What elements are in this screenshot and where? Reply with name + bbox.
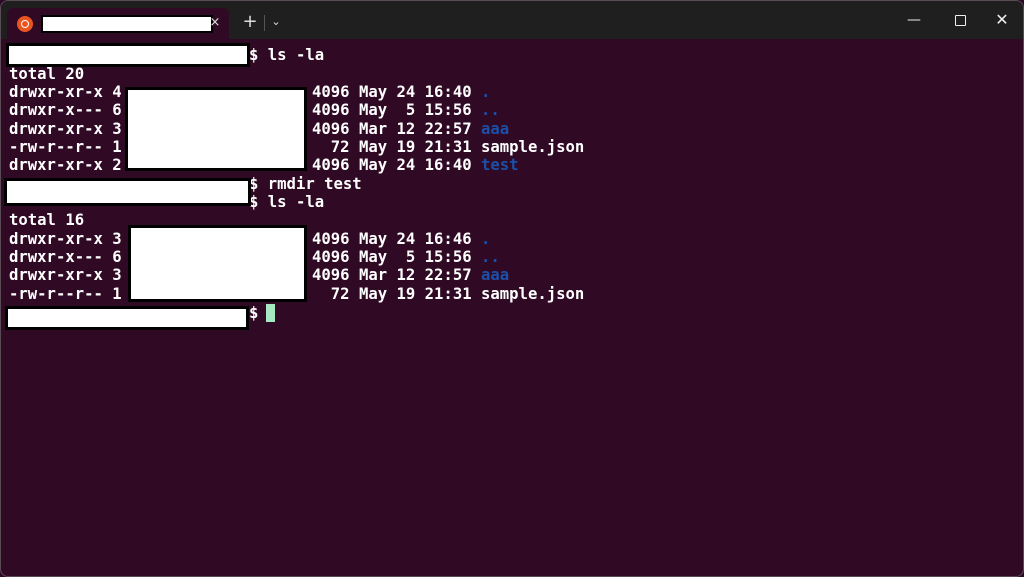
title-bar: × + ⌄ — ✕ (1, 1, 1023, 39)
terminal-output[interactable]: $ -rw-r--r-- 1 72 May 19 21:31 sample.js… (1, 39, 1023, 576)
command-line: $ ls -la (249, 193, 325, 211)
directory-name: aaa (481, 120, 510, 138)
size-date-text: 72 May 19 21:31 (312, 285, 481, 303)
tab-close-icon[interactable]: × (207, 13, 223, 33)
listing-row: -rw-r--r-- 1 72 May 19 21:31 sample.json (9, 285, 584, 303)
tab-dropdown-icon[interactable]: ⌄ (267, 11, 285, 33)
prompt-redacted (4, 178, 251, 206)
directory-name: test (481, 156, 519, 174)
size-date: 4096 May 24 16:46 . (312, 230, 490, 248)
size-date: 4096 May 5 15:56 .. (312, 101, 500, 119)
owner-group-redacted (128, 225, 307, 302)
size-date: 4096 May 5 15:56 .. (312, 248, 500, 266)
size-date: 4096 Mar 12 22:57 aaa (312, 266, 509, 284)
size-date: 4096 Mar 12 22:57 aaa (312, 120, 509, 138)
size-date: 72 May 19 21:31 sample.json (312, 138, 585, 156)
terminal-cursor (266, 304, 275, 322)
size-date-text: 72 May 19 21:31 (312, 138, 481, 156)
file-name: sample.json (481, 285, 585, 303)
permissions: drwxr-xr-x 3 (9, 266, 122, 284)
maximize-button[interactable] (937, 1, 983, 39)
permissions: drwxr-xr-x 4 (9, 83, 122, 101)
command-line: $ ls -la (249, 46, 325, 64)
size-date-text: 4096 May 5 15:56 (312, 101, 481, 119)
owner-group-redacted (125, 87, 307, 171)
listing-row: drwxr-xr-x 3 4096 Mar 12 22:57 aaa (9, 266, 509, 284)
directory-name: . (481, 83, 491, 101)
command-line: $ rmdir test (249, 175, 362, 193)
prompt-redacted (5, 306, 249, 330)
permissions: drwxr-x--- 6 (9, 101, 122, 119)
close-button[interactable]: ✕ (979, 1, 1023, 39)
directory-name: .. (481, 248, 500, 266)
new-tab-button[interactable]: + (240, 11, 260, 33)
listing-row: drwxr-xr-x 4 4096 May 24 16:40 . (9, 83, 490, 101)
tab-ubuntu[interactable]: × (7, 8, 229, 39)
tab-title-redacted (41, 15, 213, 33)
size-date: 4096 May 24 16:40 test (312, 156, 519, 174)
file-name: sample.json (481, 138, 585, 156)
permissions: -rw-r--r-- 1 (9, 285, 122, 303)
size-date-text: 4096 May 24 16:46 (312, 230, 481, 248)
tab-separator (264, 15, 265, 31)
listing-row: drwxr-xr-x 2 4096 May 24 16:40 test (9, 156, 519, 174)
total-line: total 16 (9, 211, 85, 229)
permissions: drwxr-x--- 6 (9, 248, 122, 266)
size-date-text: 4096 May 24 16:40 (312, 156, 481, 174)
terminal-window: × + ⌄ — ✕ $ -rw-r--r-- 1 72 May 19 21:31… (0, 0, 1024, 577)
directory-name: aaa (481, 266, 510, 284)
size-date: 72 May 19 21:31 sample.json (312, 285, 585, 303)
directory-name: . (481, 230, 491, 248)
permissions: -rw-r--r-- 1 (9, 138, 122, 156)
total-line: total 20 (9, 65, 85, 83)
listing-row: drwxr-x--- 6 4096 May 5 15:56 .. (9, 248, 500, 266)
listing-row: drwxr-xr-x 3 4096 Mar 12 22:57 aaa (9, 120, 509, 138)
prompt-redacted (6, 43, 250, 67)
size-date-text: 4096 Mar 12 22:57 (312, 266, 481, 284)
permissions: drwxr-xr-x 3 (9, 120, 122, 138)
maximize-icon (954, 15, 966, 26)
size-date-text: 4096 May 24 16:40 (312, 83, 481, 101)
size-date: 4096 May 24 16:40 . (312, 83, 490, 101)
listing-row: drwxr-x--- 6 4096 May 5 15:56 .. (9, 101, 500, 119)
minimize-button[interactable]: — (891, 1, 937, 39)
command-line: $ (249, 304, 268, 322)
ubuntu-icon (17, 16, 33, 32)
permissions: drwxr-xr-x 2 (9, 156, 122, 174)
permissions: drwxr-xr-x 3 (9, 230, 122, 248)
directory-name: .. (481, 101, 500, 119)
size-date-text: 4096 May 5 15:56 (312, 248, 481, 266)
listing-row: -rw-r--r-- 1 72 May 19 21:31 sample.json (9, 138, 584, 156)
size-date-text: 4096 Mar 12 22:57 (312, 120, 481, 138)
listing-row: drwxr-xr-x 3 4096 May 24 16:46 . (9, 230, 490, 248)
